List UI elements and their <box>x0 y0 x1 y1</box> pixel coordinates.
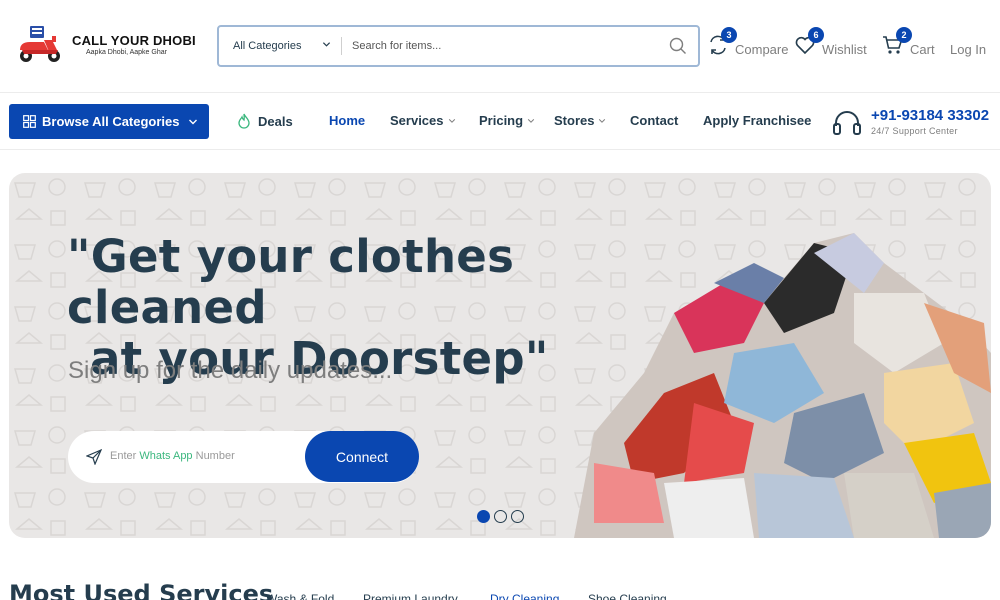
browse-categories-label: Browse All Categories <box>42 114 180 129</box>
chevron-down-icon <box>448 118 455 123</box>
nav-item-label: Contact <box>630 113 679 128</box>
support-subtitle: 24/7 Support Center <box>871 126 958 136</box>
whatsapp-number-input[interactable]: Enter Whats App Number <box>110 450 235 462</box>
login-label: Log In <box>950 42 987 57</box>
send-icon <box>86 449 102 465</box>
nav-item-apply-franchisee[interactable]: Apply Franchisee <box>703 113 811 128</box>
wishlist-button[interactable]: 6 Wishlist <box>794 27 867 60</box>
carousel-dot-3[interactable] <box>511 510 524 523</box>
compare-button[interactable]: 3 Compare <box>707 27 789 60</box>
nav-item-label: Pricing <box>479 113 524 128</box>
nav-item-label: Apply Franchisee <box>703 113 812 128</box>
flame-icon <box>238 113 250 129</box>
brand-tagline: Aapka Dhobi, Aapke Ghar <box>86 48 167 56</box>
tab-premium-laundry[interactable]: Premium Laundry <box>363 592 458 600</box>
carousel-dot-1[interactable] <box>477 510 490 523</box>
logo[interactable]: CALL YOUR DHOBI Aapka Dhobi, Aapke Ghar <box>14 24 199 66</box>
whatsapp-signup-form: Enter Whats App Number Connect <box>68 431 419 483</box>
nav-item-services[interactable]: Services <box>390 113 456 128</box>
login-link[interactable]: Log In <box>946 30 986 60</box>
cart-icon: 2 <box>882 27 912 56</box>
scooter-logo-icon <box>14 24 68 66</box>
chevron-down-icon <box>599 118 606 123</box>
nav-item-label: Stores <box>554 113 595 128</box>
nav-item-stores[interactable]: Stores <box>554 113 606 128</box>
input-prefix-text: Enter <box>110 450 140 462</box>
compare-icon: 3 <box>707 27 737 56</box>
tab-wash-fold[interactable]: Wash & Fold <box>266 592 334 600</box>
brand-name: CALL YOUR DHOBI <box>72 32 196 48</box>
search-bar: All Categories <box>217 25 700 67</box>
carousel-dot-2[interactable] <box>494 510 507 523</box>
compare-label: Compare <box>735 42 789 57</box>
grid-icon <box>23 115 36 128</box>
category-select[interactable]: All Categories <box>219 27 341 65</box>
hero-subtitle: Sign up for the daily updates... <box>68 357 393 384</box>
heart-icon: 6 <box>794 27 824 56</box>
support-phone: +91-93184 33302 <box>871 107 990 124</box>
search-input[interactable] <box>342 27 658 65</box>
browse-categories-button[interactable]: Browse All Categories <box>9 104 209 139</box>
headset-icon <box>833 111 861 135</box>
compare-count-badge: 3 <box>721 27 737 43</box>
nav-item-deals[interactable]: Deals <box>236 113 293 129</box>
connect-button[interactable]: Connect <box>305 431 419 482</box>
nav-item-label: Deals <box>258 113 293 129</box>
chevron-down-icon <box>322 42 331 47</box>
main-nav: Browse All Categories Deals Home Service… <box>0 93 1000 150</box>
cart-count-badge: 2 <box>896 27 912 43</box>
nav-item-label: Home <box>329 113 366 128</box>
carousel-dots <box>477 510 524 523</box>
input-highlight-text: Whats App <box>139 450 193 462</box>
input-suffix-text: Number <box>192 450 235 462</box>
chevron-down-icon <box>527 118 535 123</box>
search-icon[interactable] <box>658 27 698 65</box>
nav-item-label: Services <box>390 113 444 128</box>
nav-item-home[interactable]: Home <box>329 113 365 128</box>
hero-banner: "Get your clothes cleaned at your Doorst… <box>9 173 991 538</box>
tab-shoe-cleaning[interactable]: Shoe Cleaning <box>588 592 667 600</box>
category-select-label: All Categories <box>233 40 302 52</box>
cart-button[interactable]: 2 Cart <box>882 27 935 60</box>
section-title: Most Used Services <box>9 580 274 600</box>
nav-item-contact[interactable]: Contact <box>630 113 678 128</box>
tab-dry-cleaning[interactable]: Dry Cleaning <box>490 592 559 600</box>
hero-title-line1: "Get your clothes cleaned <box>67 230 515 334</box>
support-contact[interactable]: +91-93184 33302 24/7 Support Center <box>832 106 997 140</box>
wishlist-label: Wishlist <box>822 42 867 57</box>
clothes-pile-image <box>574 233 991 538</box>
cart-label: Cart <box>910 42 935 57</box>
header-top: CALL YOUR DHOBI Aapka Dhobi, Aapke Ghar … <box>0 0 1000 93</box>
wishlist-count-badge: 6 <box>808 27 824 43</box>
nav-item-pricing[interactable]: Pricing <box>479 113 535 128</box>
chevron-down-icon <box>188 119 197 124</box>
